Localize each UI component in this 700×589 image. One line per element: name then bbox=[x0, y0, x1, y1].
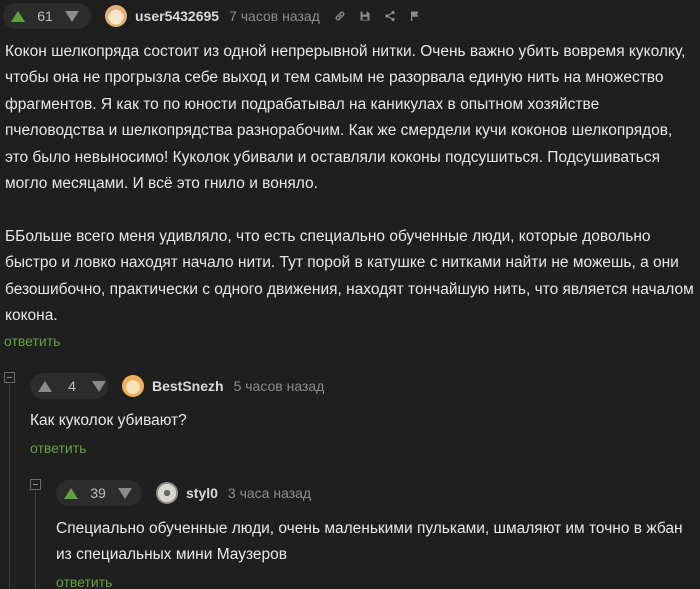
downvote-icon[interactable] bbox=[118, 487, 132, 499]
username[interactable]: BestSnezh bbox=[152, 378, 224, 394]
upvote-icon[interactable] bbox=[38, 380, 52, 392]
text-line: чтобы она не прогрызла себе выход и тем … bbox=[5, 69, 664, 87]
comment-text: Специально обученные люди, очень маленьк… bbox=[56, 516, 696, 569]
comment-header: 61 user5432695 7 часов назад bbox=[3, 1, 421, 31]
vote-count: 4 bbox=[68, 378, 76, 394]
text-line: фрагментов. Я как то по юности подрабаты… bbox=[5, 95, 600, 113]
text-line: пчеловодства и шелкопрядства разнорабочи… bbox=[5, 122, 673, 140]
comment-header: 39 styl0 3 часа назад bbox=[56, 478, 311, 508]
upvote-icon[interactable] bbox=[11, 10, 25, 22]
vote-count: 61 bbox=[37, 8, 53, 24]
text-line: кокона. bbox=[5, 307, 58, 325]
collapse-thread-button[interactable] bbox=[30, 479, 41, 490]
comment-text: Как куколок убивают? bbox=[30, 408, 187, 434]
text-line: Кокон шелкопряда состоит из одной непрер… bbox=[5, 43, 686, 60]
avatar[interactable] bbox=[122, 375, 144, 397]
reply-link[interactable]: ответить bbox=[30, 440, 86, 456]
collapse-thread-button[interactable] bbox=[4, 372, 15, 383]
avatar[interactable] bbox=[156, 482, 178, 504]
vote-control: 61 bbox=[3, 3, 91, 29]
link-icon[interactable] bbox=[334, 10, 346, 22]
vote-control: 4 bbox=[30, 373, 108, 399]
downvote-icon[interactable] bbox=[65, 10, 79, 22]
reply-link[interactable]: ответить bbox=[56, 574, 112, 589]
text-line: из специальных мини Маузеров bbox=[56, 546, 288, 564]
text-line: могло месяцами. И всё это гнило и воняло… bbox=[5, 175, 318, 193]
thread-line bbox=[9, 384, 10, 589]
text-line bbox=[5, 197, 700, 223]
text-line: ББольше всего меня удивляло, что есть сп… bbox=[5, 227, 651, 245]
timestamp[interactable]: 5 часов назад bbox=[234, 378, 325, 394]
timestamp[interactable]: 7 часов назад bbox=[229, 8, 320, 24]
thread-line bbox=[35, 491, 36, 589]
text-line: быстро и ловко находят начало нити. Тут … bbox=[5, 254, 679, 272]
upvote-icon[interactable] bbox=[64, 487, 78, 499]
text-line: это было невыносимо! Куколок убивали и о… bbox=[5, 148, 661, 166]
timestamp[interactable]: 3 часа назад bbox=[228, 485, 311, 501]
vote-control: 39 bbox=[56, 480, 142, 506]
vote-count: 39 bbox=[90, 485, 106, 501]
downvote-icon[interactable] bbox=[92, 380, 106, 392]
comment-tools bbox=[334, 10, 421, 22]
comment-text: Кокон шелкопряда состоит из одной непрер… bbox=[5, 39, 700, 329]
save-icon[interactable] bbox=[359, 10, 371, 22]
text-line: Специально обученные люди, очень маленьк… bbox=[56, 520, 683, 537]
avatar[interactable] bbox=[105, 5, 127, 27]
share-icon[interactable] bbox=[384, 10, 396, 22]
flag-icon[interactable] bbox=[409, 10, 421, 22]
text-line: безошибочно, практически с одного движен… bbox=[5, 280, 694, 298]
reply-link[interactable]: ответить bbox=[4, 333, 60, 349]
comment-header: 4 BestSnezh 5 часов назад bbox=[30, 371, 324, 401]
username[interactable]: user5432695 bbox=[135, 8, 219, 24]
comments-page: 61 user5432695 7 часов назад Кокон шелко… bbox=[0, 0, 700, 589]
username[interactable]: styl0 bbox=[186, 485, 218, 501]
text-line: Как куколок убивают? bbox=[30, 412, 187, 429]
